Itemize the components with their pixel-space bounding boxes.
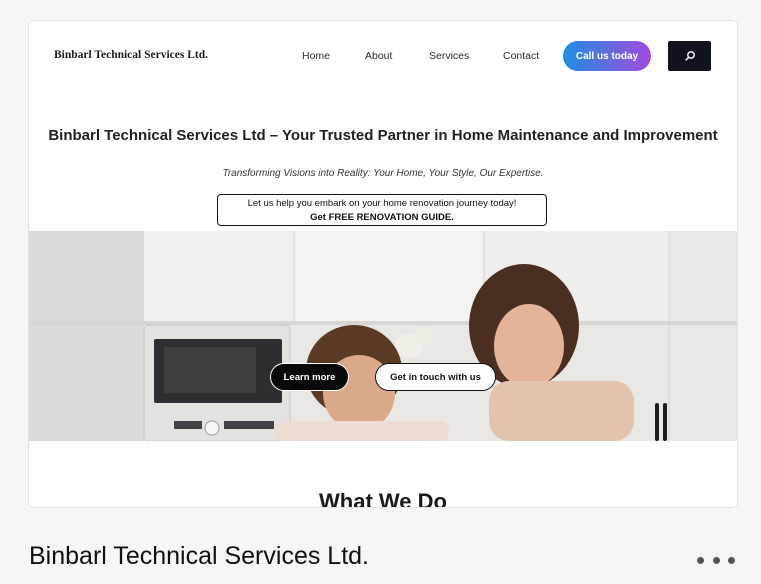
search-button[interactable] bbox=[668, 41, 711, 71]
site-header: Binbarl Technical Services Ltd. Home Abo… bbox=[29, 21, 737, 95]
promo-box[interactable]: Let us help you embark on your home reno… bbox=[217, 194, 547, 226]
site-logo[interactable]: Binbarl Technical Services Ltd. bbox=[54, 49, 208, 61]
more-dot-icon bbox=[697, 556, 704, 564]
kitchen-couple-photo bbox=[29, 231, 737, 441]
hero-image: Learn more Get in touch with us bbox=[29, 231, 737, 441]
more-options-button[interactable] bbox=[697, 552, 735, 568]
call-us-button[interactable]: Call us today bbox=[563, 41, 651, 71]
hero-headline: Binbarl Technical Services Ltd – Your Tr… bbox=[48, 127, 718, 144]
learn-more-button[interactable]: Learn more bbox=[270, 363, 349, 391]
site-title-caption[interactable]: Binbarl Technical Services Ltd. bbox=[29, 542, 369, 571]
more-dot-icon bbox=[712, 556, 720, 564]
nav-contact[interactable]: Contact bbox=[503, 50, 539, 62]
promo-text: Let us help you embark on your home reno… bbox=[247, 198, 517, 209]
hero-tagline: Transforming Visions into Reality: Your … bbox=[222, 168, 544, 179]
more-dot-icon bbox=[728, 556, 735, 564]
section-title: What We Do bbox=[319, 489, 447, 508]
website-preview-card[interactable]: Binbarl Technical Services Ltd. Home Abo… bbox=[28, 20, 738, 508]
search-icon bbox=[684, 51, 695, 61]
nav-services[interactable]: Services bbox=[429, 50, 469, 62]
nav-home[interactable]: Home bbox=[302, 50, 330, 62]
nav-about[interactable]: About bbox=[365, 50, 392, 62]
get-in-touch-button[interactable]: Get in touch with us bbox=[375, 363, 496, 391]
promo-guide-link[interactable]: Get FREE RENOVATION GUIDE. bbox=[218, 211, 546, 225]
